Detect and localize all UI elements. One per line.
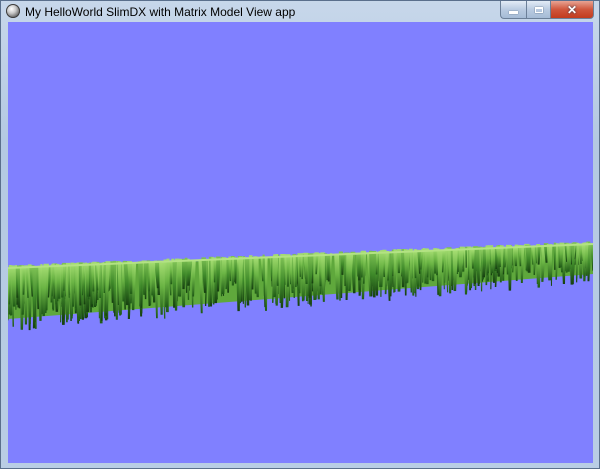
maximize-button[interactable] [526, 1, 551, 19]
close-icon: ✕ [566, 2, 578, 17]
grass-field [8, 241, 593, 331]
grass-scene [8, 241, 593, 331]
globe-app-icon[interactable] [6, 4, 20, 18]
window-controls: ✕ [500, 1, 594, 19]
minimize-icon [509, 11, 518, 14]
maximize-icon [534, 6, 543, 13]
minimize-button[interactable] [500, 1, 526, 19]
window-title: My HelloWorld SlimDX with Matrix Model V… [25, 5, 296, 19]
title-bar[interactable]: My HelloWorld SlimDX with Matrix Model V… [1, 1, 599, 22]
grass-blade [507, 247, 513, 291]
close-button[interactable]: ✕ [551, 1, 594, 19]
app-window: My HelloWorld SlimDX with Matrix Model V… [0, 0, 600, 469]
render-viewport[interactable] [8, 22, 593, 463]
